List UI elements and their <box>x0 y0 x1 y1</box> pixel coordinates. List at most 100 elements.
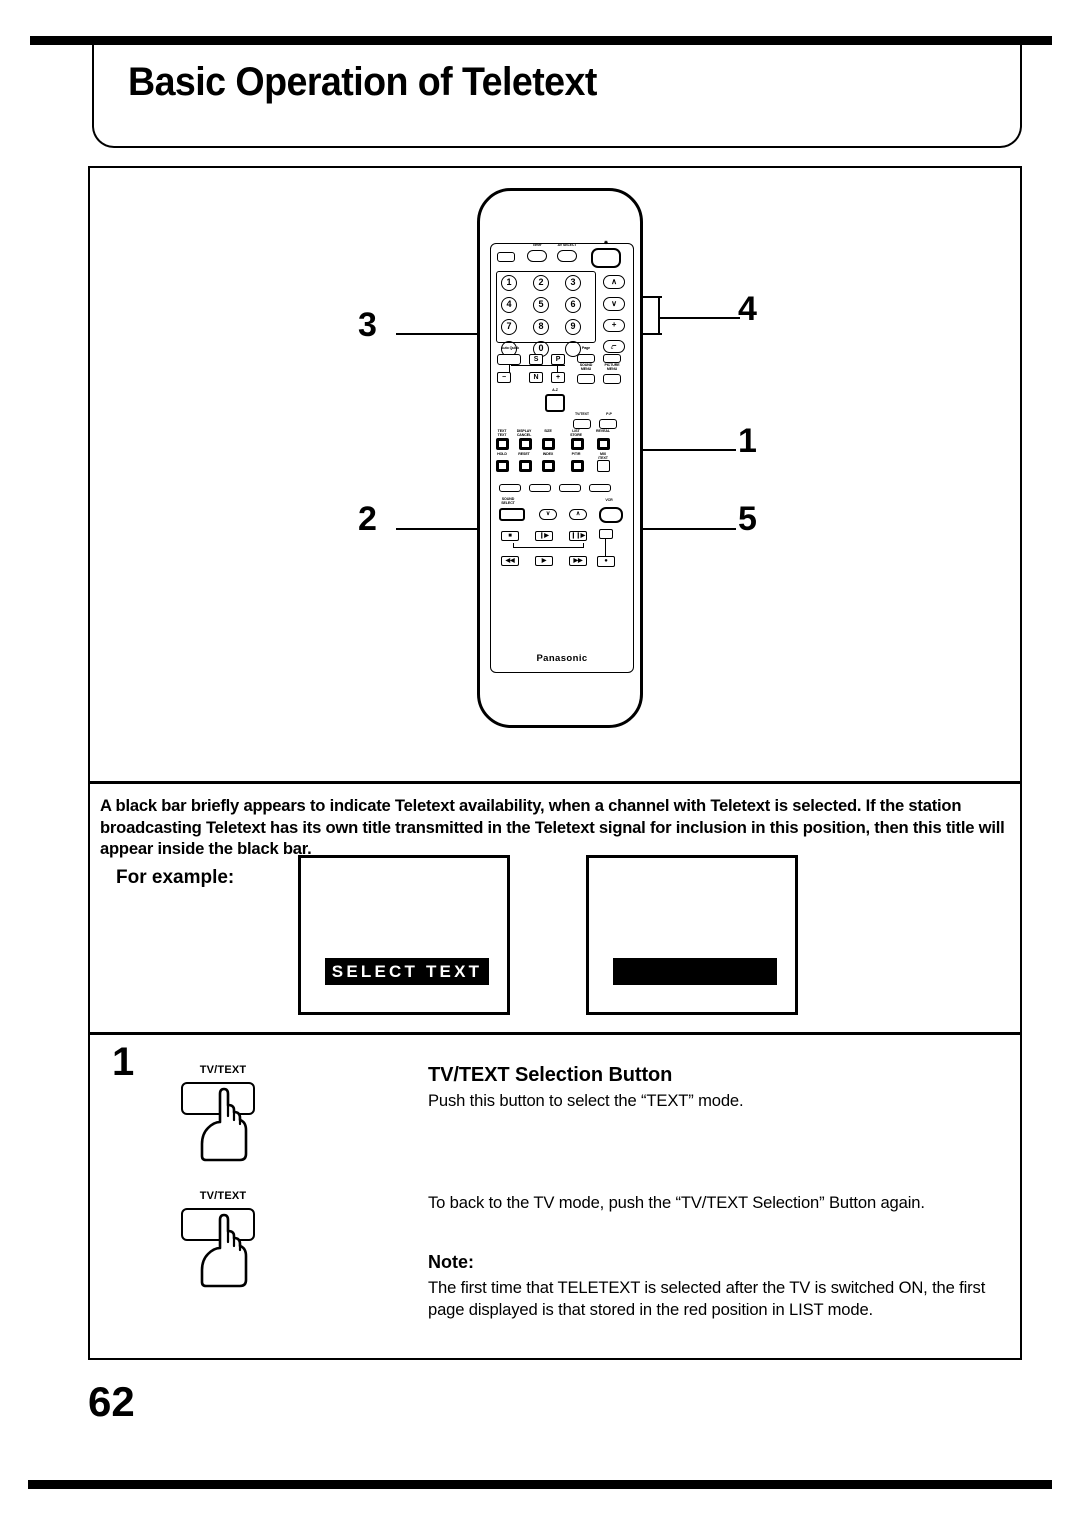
vcr-connector-left <box>513 543 515 548</box>
callout-4: 4 <box>738 290 757 328</box>
menu-nav-label: A-Z <box>552 388 558 392</box>
callout-4-leader <box>658 317 740 319</box>
power-icon: ⎈ <box>604 240 608 246</box>
list-store-button[interactable] <box>571 438 584 450</box>
size-button[interactable] <box>542 438 555 450</box>
hold-label: HOLD <box>497 452 507 456</box>
step-number: 1 <box>112 1040 135 1084</box>
remote-key-panel: Timer AV SELECT ⎈ 1 2 3 4 5 6 7 8 9 0 ∧ … <box>490 240 634 673</box>
mid-connector-right <box>557 365 559 373</box>
key-9[interactable]: 9 <box>565 319 581 335</box>
key-7[interactable]: 7 <box>501 319 517 335</box>
menu-navigation-button[interactable] <box>545 394 565 412</box>
key-2[interactable]: 2 <box>533 275 549 291</box>
panasonic-logo: Panasonic <box>536 653 588 664</box>
auto-quick-button[interactable] <box>497 354 521 365</box>
plus-tune-label: + <box>556 374 560 381</box>
tv-screen-with-title: SELECT TEXT <box>298 855 510 1015</box>
key-5[interactable]: 5 <box>533 297 549 313</box>
text-label: TEXT TEXT <box>497 429 507 437</box>
hold-button[interactable] <box>496 460 509 472</box>
vcr-power-label: VCR <box>605 498 613 502</box>
play-icon: ▶ <box>541 558 547 564</box>
timer-button[interactable] <box>527 250 547 262</box>
page-title-banner: Basic Operation of Teletext <box>92 44 1022 148</box>
fastext-green-button[interactable] <box>529 484 551 492</box>
timer-label: Timer <box>532 242 542 247</box>
vcr-connector-line <box>513 547 583 549</box>
c-button[interactable] <box>603 354 621 363</box>
tv-text-button-icon-2[interactable]: TV/TEXT <box>168 1190 278 1290</box>
key-3[interactable]: 3 <box>565 275 581 291</box>
minus-tune-label: − <box>502 374 506 381</box>
page-title: Basic Operation of Teletext <box>128 60 597 104</box>
index-button[interactable] <box>542 460 555 472</box>
picture-menu-label: PICTURE MENU <box>604 363 620 371</box>
teletext-blank-bar <box>613 958 777 985</box>
slow-icon: ❙❙▶ <box>570 533 586 539</box>
mid-connector-left <box>509 365 511 373</box>
pressing-hand-icon-2 <box>200 1213 248 1288</box>
reset-button[interactable] <box>519 460 532 472</box>
display-cancel-button[interactable] <box>519 438 532 450</box>
text-button[interactable] <box>496 438 509 450</box>
vcr-record-connector <box>605 539 607 557</box>
tv-vcr-button[interactable] <box>497 252 515 262</box>
reset-label: RESET <box>518 452 530 456</box>
stop-icon: ■ <box>508 533 512 539</box>
for-example-label: For example: <box>116 867 235 888</box>
size-label: SIZE <box>544 429 552 433</box>
fastext-yellow-button[interactable] <box>559 484 581 492</box>
tv-text-button-icon-1[interactable]: TV/TEXT <box>168 1064 278 1164</box>
power-button[interactable] <box>591 248 621 268</box>
plus-icon: + <box>611 320 617 329</box>
key-1[interactable]: 1 <box>501 275 517 291</box>
callout-5: 5 <box>738 500 757 538</box>
tv-text-remote-label: TV/TEXT <box>574 412 590 416</box>
p-label: P <box>555 356 561 363</box>
page-button[interactable] <box>577 354 595 363</box>
display-cancel-label: DISPLAY CANCEL <box>516 429 532 437</box>
sound-select-button[interactable] <box>499 508 525 521</box>
fastext-red-button[interactable] <box>499 484 521 492</box>
pressing-hand-icon-1 <box>200 1087 248 1162</box>
step-1-block: 1 TV/TEXT TV/TEXT Selection Button Push … <box>90 1032 1020 1359</box>
ptr-button[interactable] <box>571 460 584 472</box>
note-heading: Note: <box>428 1252 474 1272</box>
fast-forward-icon: ▶▶ <box>573 558 583 564</box>
callout-4-leader-join <box>658 296 660 335</box>
sound-select-label: SOUND SELECT <box>501 497 515 505</box>
teletext-title-bar: SELECT TEXT <box>325 958 489 985</box>
callout-1: 1 <box>738 422 757 460</box>
vcr-chevron-down-icon: ∨ <box>545 511 551 517</box>
callout-2: 2 <box>358 500 377 538</box>
av-select-button[interactable] <box>557 250 577 262</box>
description-block: A black bar briefly appears to indicate … <box>90 781 1020 1032</box>
pause-icon: ❙▶ <box>539 533 549 539</box>
pp-label: P-P <box>606 412 612 416</box>
vcr-extra-button[interactable] <box>599 529 613 539</box>
note-body: The first time that TELETEXT is selected… <box>428 1278 986 1319</box>
reveal-button[interactable] <box>597 438 610 450</box>
key-8[interactable]: 8 <box>533 319 549 335</box>
tv-text-button[interactable] <box>573 419 591 429</box>
picture-menu-button[interactable] <box>603 374 621 384</box>
vcr-power-button[interactable] <box>599 507 623 523</box>
instruction-line-2: To back to the TV mode, push the “TV/TEX… <box>428 1193 925 1212</box>
rewind-icon: ◀◀ <box>505 558 515 564</box>
chevron-down-icon: ∨ <box>611 299 617 308</box>
instruction-line-1: Push this button to select the “TEXT” mo… <box>428 1091 744 1110</box>
record-icon: ● <box>604 558 608 564</box>
pp-button[interactable] <box>599 419 617 429</box>
vcr-chevron-up-icon: ∧ <box>575 511 581 517</box>
n-label: N <box>533 374 539 381</box>
fastext-blue-button[interactable] <box>589 484 611 492</box>
content-frame: 3 4 1 2 5 Timer AV SELECT ⎈ 1 2 3 4 5 6 … <box>88 166 1022 1360</box>
remote-outline: Timer AV SELECT ⎈ 1 2 3 4 5 6 7 8 9 0 ∧ … <box>477 188 643 728</box>
key-4[interactable]: 4 <box>501 297 517 313</box>
sound-menu-label: SOUND MENU <box>579 363 593 371</box>
sound-menu-button[interactable] <box>577 374 595 384</box>
mix-text-button[interactable] <box>597 460 610 472</box>
key-6[interactable]: 6 <box>565 297 581 313</box>
reveal-label: REVEAL <box>596 429 610 433</box>
